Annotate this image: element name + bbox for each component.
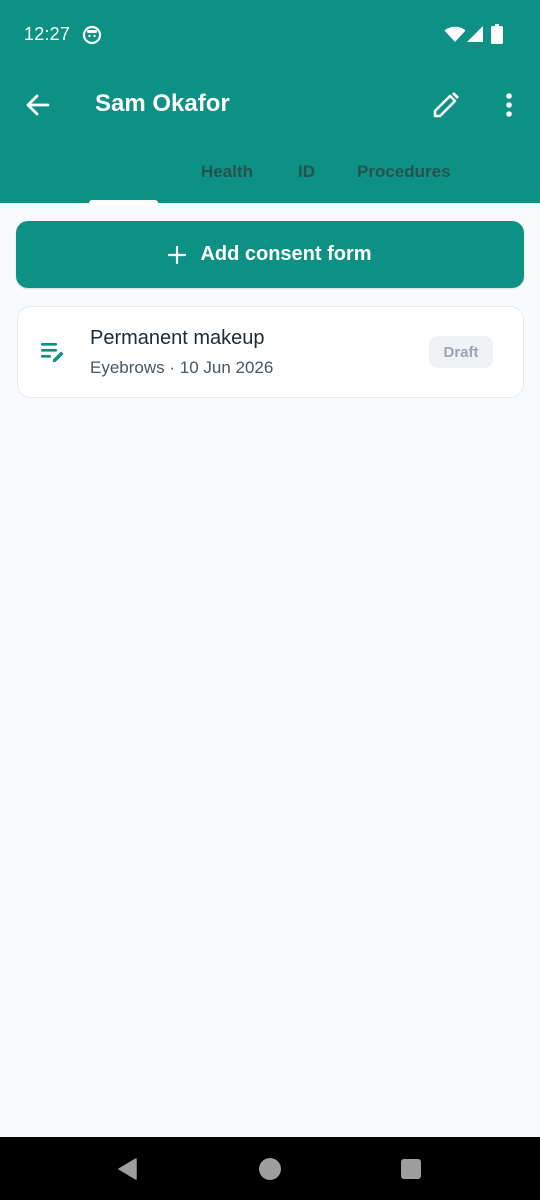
consent-form-card[interactable]: Permanent makeup Eyebrows · 10 Jun 2026 … [17,306,524,398]
tab-health[interactable]: Health [201,162,253,182]
tab-procedures[interactable]: Procedures [357,162,451,182]
edit-pencil-icon[interactable] [430,89,462,121]
consent-form-title: Permanent makeup [90,327,265,349]
nav-back-icon[interactable] [116,1157,140,1181]
tab-bar: Health ID Procedures [0,150,540,206]
plus-icon [168,245,187,264]
tab-id[interactable]: ID [298,162,315,182]
nav-recents-icon[interactable] [400,1158,422,1180]
wifi-icon [444,26,466,42]
status-badge: Draft [429,336,493,368]
signal-icon [467,26,483,42]
add-consent-form-button[interactable]: Add consent form [16,221,524,288]
battery-icon [491,24,503,44]
selected-tab-indicator [89,200,158,206]
add-consent-form-label: Add consent form [200,243,372,265]
system-navigation-bar [0,1137,540,1200]
nav-home-icon[interactable] [258,1157,282,1181]
back-arrow-icon[interactable] [21,88,55,122]
page-title: Sam Okafor [95,90,230,117]
status-time: 12:27 [24,24,71,44]
edit-note-icon [41,343,64,362]
app-bar: 12:27 Sam Okafor Health ID Procedures [0,0,540,206]
status-bar: 12:27 [0,0,540,70]
face-icon [82,25,102,45]
consent-form-subtitle: Eyebrows · 10 Jun 2026 [90,358,274,377]
more-vert-icon[interactable] [495,89,523,121]
